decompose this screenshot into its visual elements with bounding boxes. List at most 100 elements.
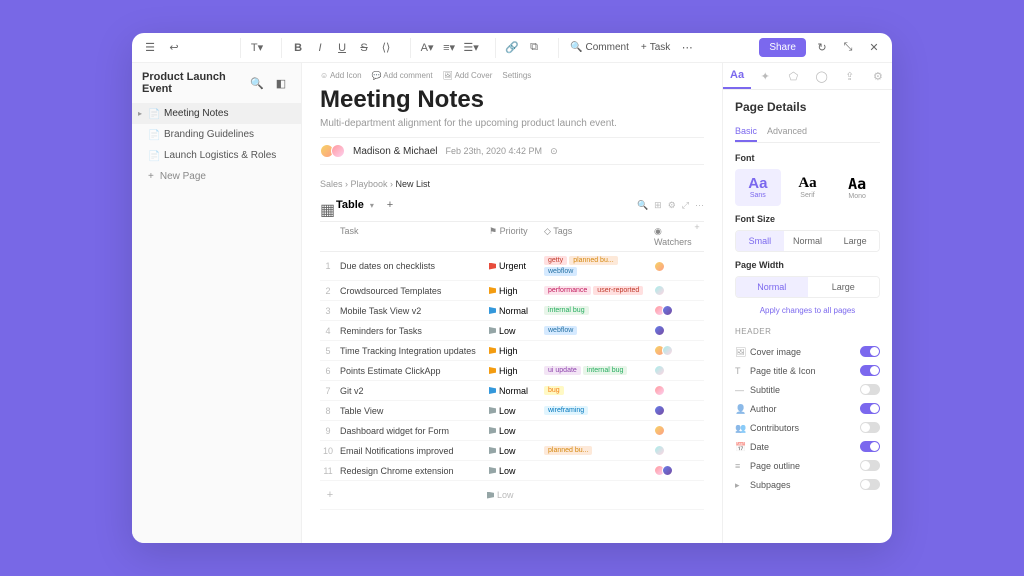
task-cell[interactable]: Git v2 <box>336 382 485 400</box>
bookmark-icon[interactable]: ⧉ <box>524 38 544 58</box>
priority-cell[interactable]: High <box>489 366 536 376</box>
list-dropdown[interactable]: ☰▾ <box>461 38 481 58</box>
filter-icon[interactable]: ⊞ <box>654 200 662 211</box>
table-row[interactable]: 10Email Notifications improvedLowplanned… <box>320 441 704 461</box>
sidebar-item[interactable]: 📄Branding Guidelines <box>132 124 301 145</box>
tag[interactable]: wireframing <box>544 406 588 415</box>
sidebar-item[interactable]: ▸📄Meeting Notes <box>132 103 301 124</box>
table-row[interactable]: 6Points Estimate ClickAppHighui updatein… <box>320 361 704 381</box>
priority-cell[interactable]: High <box>489 286 536 296</box>
align-dropdown[interactable]: ≡▾ <box>439 38 459 58</box>
table-row[interactable]: 4Reminders for TasksLowwebflow <box>320 321 704 341</box>
search-icon[interactable]: 🔍 <box>247 73 267 93</box>
task-cell[interactable]: Time Tracking Integration updates <box>336 342 485 360</box>
task-cell[interactable]: Reminders for Tasks <box>336 322 485 340</box>
subtab-basic[interactable]: Basic <box>735 122 757 142</box>
strikethrough-icon[interactable]: S <box>354 38 374 58</box>
more-options-icon[interactable]: ⋯ <box>695 200 704 211</box>
tag[interactable]: webflow <box>544 326 577 335</box>
tab-upload-icon[interactable]: ⇪ <box>836 63 864 89</box>
pagewidth-large[interactable]: Large <box>808 277 880 297</box>
more-icon[interactable]: ⋯ <box>677 38 697 58</box>
sidebar-item[interactable]: 📄Launch Logistics & Roles <box>132 145 301 166</box>
task-cell[interactable]: Points Estimate ClickApp <box>336 362 485 380</box>
tag[interactable]: bug <box>544 386 564 395</box>
toggle-switch[interactable] <box>860 365 880 376</box>
menu-icon[interactable]: ☰ <box>140 38 160 58</box>
tab-ai-icon[interactable]: ✦ <box>751 63 779 89</box>
tag[interactable]: planned bu... <box>544 446 592 455</box>
task-cell[interactable]: Redesign Chrome extension <box>336 462 485 480</box>
priority-cell[interactable]: Normal <box>489 306 536 316</box>
add-icon-action[interactable]: ☺ Add Icon <box>320 71 362 80</box>
priority-cell[interactable]: Normal <box>489 386 536 396</box>
priority-cell[interactable]: Low <box>487 490 534 500</box>
task-cell[interactable]: Mobile Task View v2 <box>336 302 485 320</box>
column-priority[interactable]: ⚑ Priority <box>485 222 540 251</box>
tag[interactable]: internal bug <box>544 306 589 315</box>
history-icon[interactable]: ↻ <box>812 38 832 58</box>
bold-icon[interactable]: B <box>288 38 308 58</box>
priority-cell[interactable]: Low <box>489 406 536 416</box>
task-cell[interactable]: Email Notifications improved <box>336 442 485 460</box>
tag[interactable]: getty <box>544 256 567 265</box>
table-row[interactable]: +Low <box>320 481 704 510</box>
font-mono-option[interactable]: AaMono <box>834 169 880 206</box>
pagewidth-normal[interactable]: Normal <box>736 277 808 297</box>
link-icon[interactable]: 🔗 <box>502 38 522 58</box>
subtab-advanced[interactable]: Advanced <box>767 122 807 142</box>
tag[interactable]: performance <box>544 286 591 295</box>
table-row[interactable]: 7Git v2Normalbug <box>320 381 704 401</box>
toggle-switch[interactable] <box>860 384 880 395</box>
chevron-down-icon[interactable]: ▾ <box>370 201 374 210</box>
share-button[interactable]: Share <box>759 38 806 57</box>
font-color-dropdown[interactable]: A▾ <box>417 38 437 58</box>
toggle-switch[interactable] <box>860 422 880 433</box>
tag[interactable]: planned bu... <box>569 256 617 265</box>
tag[interactable]: webflow <box>544 267 577 276</box>
add-column-button[interactable]: + <box>690 222 704 251</box>
toggle-switch[interactable] <box>860 460 880 471</box>
fontsize-large[interactable]: Large <box>831 231 879 251</box>
comment-button[interactable]: 🔍 Comment <box>565 38 634 58</box>
close-icon[interactable]: ✕ <box>864 38 884 58</box>
fontsize-small[interactable]: Small <box>736 231 784 251</box>
task-button[interactable]: + Task <box>636 38 675 58</box>
settings-action[interactable]: Settings <box>502 71 531 80</box>
code-icon[interactable]: ⟨⟩ <box>376 38 396 58</box>
task-cell[interactable] <box>338 491 483 499</box>
expand-icon[interactable]: ⤢ <box>682 200 689 211</box>
task-cell[interactable]: Crowdsourced Templates <box>336 282 485 300</box>
table-row[interactable]: 1Due dates on checklistsUrgentgettyplann… <box>320 252 704 281</box>
column-task[interactable]: Task <box>336 222 485 251</box>
new-page-button[interactable]: + New Page <box>132 166 301 187</box>
table-row[interactable]: 2Crowdsourced TemplatesHighperformanceus… <box>320 281 704 301</box>
task-cell[interactable]: Table View <box>336 402 485 420</box>
settings-icon[interactable]: ⚙ <box>668 200 676 211</box>
table-row[interactable]: 5Time Tracking Integration updatesHigh <box>320 341 704 361</box>
tab-shape-icon[interactable]: ⬠ <box>779 63 807 89</box>
table-row[interactable]: 8Table ViewLowwireframing <box>320 401 704 421</box>
tag[interactable]: internal bug <box>583 366 628 375</box>
italic-icon[interactable]: I <box>310 38 330 58</box>
tab-text[interactable]: Aa <box>723 63 751 89</box>
toggle-switch[interactable] <box>860 403 880 414</box>
tab-chat-icon[interactable]: ◯ <box>808 63 836 89</box>
table-view-name[interactable]: Table <box>336 199 364 211</box>
table-row[interactable]: 9Dashboard widget for FormLow <box>320 421 704 441</box>
priority-cell[interactable]: Low <box>489 426 536 436</box>
tab-gear-icon[interactable]: ⚙ <box>864 63 892 89</box>
fontsize-normal[interactable]: Normal <box>784 231 832 251</box>
page-subtitle[interactable]: Multi-department alignment for the upcom… <box>320 118 704 129</box>
sidebar-toggle-icon[interactable]: ◧ <box>271 73 291 93</box>
task-cell[interactable]: Dashboard widget for Form <box>336 422 485 440</box>
page-title[interactable]: Meeting Notes <box>320 86 704 114</box>
table-row[interactable]: 11Redesign Chrome extensionLow <box>320 461 704 481</box>
font-serif-option[interactable]: AaSerif <box>785 169 831 206</box>
search-table-icon[interactable]: 🔍 <box>637 200 648 211</box>
font-sans-option[interactable]: AaSans <box>735 169 781 206</box>
table-row[interactable]: 3Mobile Task View v2Normalinternal bug <box>320 301 704 321</box>
add-cover-action[interactable]: 🖼 Add Cover <box>443 71 493 80</box>
back-icon[interactable]: ↩ <box>164 38 184 58</box>
priority-cell[interactable]: High <box>489 346 536 356</box>
